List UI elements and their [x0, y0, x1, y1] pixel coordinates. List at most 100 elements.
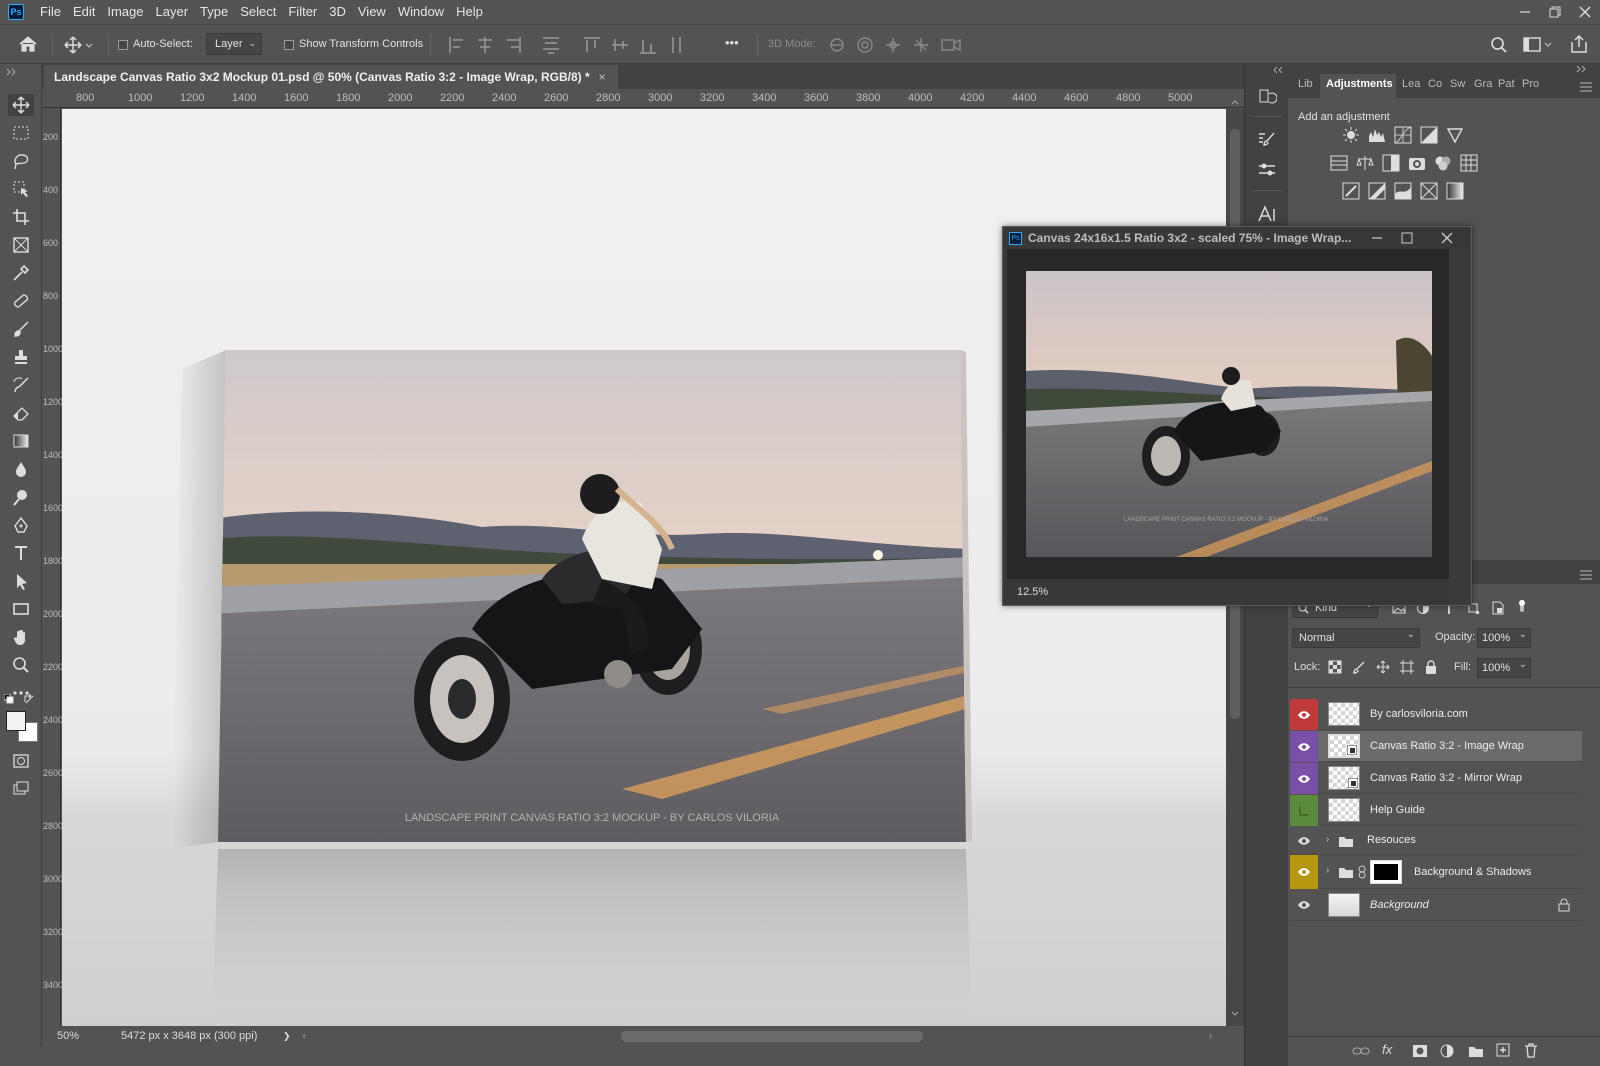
floating-window-scrollbar[interactable]: [1449, 249, 1471, 605]
minimize-icon[interactable]: [1510, 0, 1540, 24]
layer-row[interactable]: Help Guide: [1290, 795, 1582, 826]
layer-row[interactable]: Canvas Ratio 3:2 - Mirror Wrap: [1290, 763, 1582, 794]
lock-all-icon[interactable]: [1425, 660, 1437, 674]
delete-layer-icon[interactable]: [1524, 1043, 1538, 1058]
brush-settings-icon[interactable]: [1257, 130, 1277, 150]
move-tool[interactable]: [8, 94, 34, 116]
collapse-panel-icon[interactable]: [1576, 65, 1588, 73]
brightness-contrast-icon[interactable]: [1342, 126, 1360, 144]
gradient-tool[interactable]: [8, 430, 34, 452]
zoom-tool[interactable]: [8, 654, 34, 676]
channel-mixer-icon[interactable]: [1434, 154, 1452, 172]
floating-window-zoom[interactable]: 12.5%: [1017, 586, 1048, 598]
floating-document-window[interactable]: Ps Canvas 24x16x1.5 Ratio 3x2 - scaled 7…: [1002, 226, 1472, 606]
visibility-toggle[interactable]: [1290, 827, 1318, 855]
visibility-toggle[interactable]: [1290, 855, 1318, 889]
tab-libraries[interactable]: Lib: [1298, 78, 1313, 90]
photoshop-logo-icon[interactable]: Ps: [8, 4, 24, 20]
tab-learn[interactable]: Lea: [1402, 78, 1420, 90]
character-panel-icon[interactable]: [1257, 204, 1277, 224]
tab-properties[interactable]: Pro: [1522, 78, 1539, 90]
layer-row[interactable]: By carlosviloria.com: [1290, 699, 1582, 730]
tab-adjustments[interactable]: Adjustments: [1326, 78, 1393, 90]
status-menu-arrow[interactable]: ❯: [283, 1031, 291, 1042]
scroll-left-icon[interactable]: ‹: [303, 1031, 306, 1042]
color-lookup-icon[interactable]: [1460, 154, 1478, 172]
clone-stamp-tool[interactable]: [8, 346, 34, 368]
menu-layer[interactable]: Layer: [150, 0, 195, 24]
eyedropper-tool[interactable]: [8, 262, 34, 284]
vibrance-icon[interactable]: [1446, 126, 1464, 144]
menu-filter[interactable]: Filter: [282, 0, 323, 24]
menu-window[interactable]: Window: [392, 0, 450, 24]
collapse-arrows-icon[interactable]: [6, 68, 18, 76]
adjustment-layer-icon[interactable]: [1440, 1044, 1454, 1058]
photo-filter-icon[interactable]: [1408, 154, 1426, 172]
layer-group-row[interactable]: › Background & Shadows: [1290, 855, 1582, 889]
selective-color-icon[interactable]: [1420, 182, 1438, 200]
link-layers-icon[interactable]: [1352, 1044, 1370, 1058]
pen-tool[interactable]: [8, 514, 34, 536]
path-selection-tool[interactable]: [8, 570, 34, 592]
expand-group-icon[interactable]: ›: [1326, 834, 1329, 845]
tab-gradients[interactable]: Gra: [1474, 78, 1492, 90]
blend-mode-dropdown[interactable]: Normal ⌄: [1292, 628, 1420, 648]
visibility-toggle[interactable]: [1290, 889, 1318, 921]
scroll-right-icon[interactable]: ›: [1209, 1031, 1212, 1042]
add-mask-icon[interactable]: [1412, 1044, 1428, 1058]
align-icons[interactable]: [447, 36, 727, 54]
lock-transparent-icon[interactable]: [1328, 660, 1342, 674]
exposure-icon[interactable]: [1420, 126, 1438, 144]
auto-select-checkbox[interactable]: [118, 40, 128, 50]
menu-edit[interactable]: Edit: [67, 0, 101, 24]
lock-image-icon[interactable]: [1352, 660, 1366, 674]
workspace-icon[interactable]: [1523, 36, 1555, 54]
scroll-up-icon[interactable]: [1231, 99, 1239, 105]
close-icon[interactable]: [1570, 0, 1600, 24]
minimize-icon[interactable]: [1371, 233, 1383, 243]
maximize-icon[interactable]: [1401, 232, 1413, 244]
color-balance-icon[interactable]: [1356, 154, 1374, 172]
3d-mode-icons[interactable]: [828, 36, 968, 54]
fx-icon[interactable]: fx: [1382, 1042, 1392, 1057]
tab-swatches[interactable]: Sw: [1450, 78, 1465, 90]
menu-image[interactable]: Image: [101, 0, 149, 24]
tab-patterns[interactable]: Pat: [1498, 78, 1515, 90]
hue-saturation-icon[interactable]: [1330, 154, 1348, 172]
visibility-toggle[interactable]: [1290, 731, 1318, 762]
frame-tool[interactable]: [8, 234, 34, 256]
lock-artboard-icon[interactable]: [1400, 660, 1414, 674]
auto-select-target-dropdown[interactable]: Layer ⌄: [206, 33, 262, 55]
panel-menu-icon[interactable]: [1580, 82, 1592, 92]
quick-mask-icon[interactable]: [8, 750, 34, 772]
type-tool[interactable]: [8, 542, 34, 564]
properties-icon[interactable]: [1257, 160, 1277, 180]
status-zoom[interactable]: 50%: [57, 1030, 107, 1042]
visibility-toggle[interactable]: [1290, 699, 1318, 730]
menu-file[interactable]: File: [34, 0, 67, 24]
swap-colors-icon[interactable]: [24, 694, 34, 704]
hand-tool[interactable]: [8, 626, 34, 648]
restore-icon[interactable]: [1540, 0, 1570, 24]
screen-mode-icon[interactable]: [8, 778, 34, 800]
invert-icon[interactable]: [1342, 182, 1360, 200]
blur-tool[interactable]: [8, 458, 34, 480]
filter-toggle-icon[interactable]: [1517, 598, 1527, 614]
fill-input[interactable]: 100% ⌄: [1477, 658, 1531, 678]
lock-position-icon[interactable]: [1376, 660, 1390, 674]
crop-tool[interactable]: [8, 206, 34, 228]
floating-window-canvas[interactable]: LANDSCAPE PRINT CANVAS RATIO 3:2 MOCKUP …: [1007, 249, 1449, 579]
share-icon[interactable]: [1569, 34, 1589, 54]
horizontal-scroll-thumb[interactable]: [620, 1030, 923, 1042]
filter-smart-object-icon[interactable]: [1491, 601, 1505, 615]
tab-color[interactable]: Co: [1428, 78, 1442, 90]
menu-help[interactable]: Help: [450, 0, 489, 24]
visibility-toggle-off[interactable]: [1290, 795, 1318, 826]
collapse-dock-icon[interactable]: [1271, 66, 1283, 74]
new-layer-icon[interactable]: [1496, 1043, 1510, 1057]
close-icon[interactable]: [1441, 232, 1453, 244]
posterize-icon[interactable]: [1368, 182, 1386, 200]
foreground-color-swatch[interactable]: [6, 711, 26, 731]
menu-3d[interactable]: 3D: [323, 0, 352, 24]
tab-close-icon[interactable]: ×: [599, 70, 606, 84]
